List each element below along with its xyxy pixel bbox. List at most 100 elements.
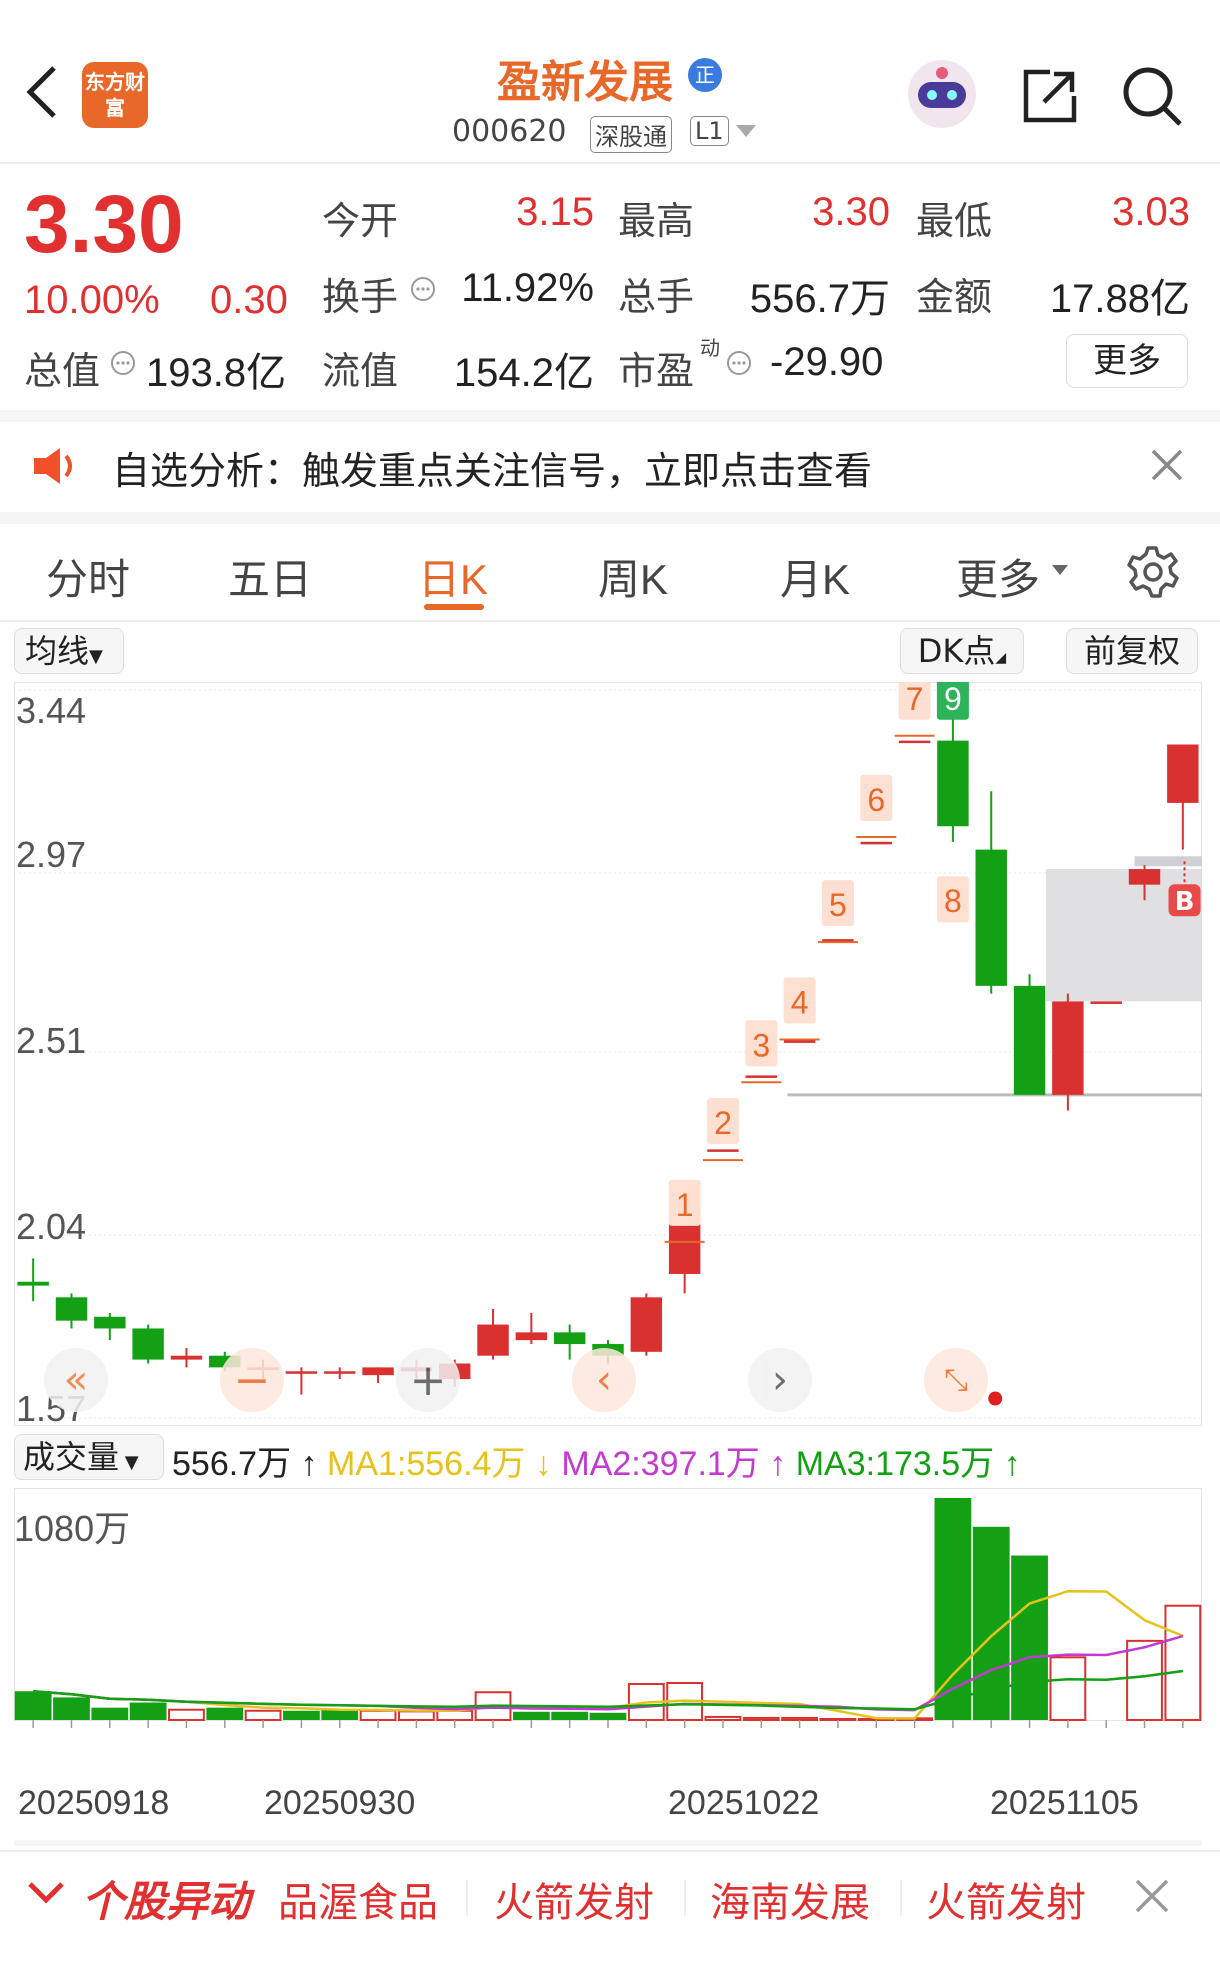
high-value: 3.30 [812, 190, 890, 234]
scroll-right-button[interactable]: › [748, 1348, 812, 1412]
kline-chart[interactable]: 1 2 34 5 6 7 9 8 B [14, 682, 1202, 1426]
candle-body [132, 1328, 164, 1360]
scroll-left-button[interactable]: « [44, 1348, 108, 1412]
volume-bar [972, 1526, 1010, 1720]
volume-bar [14, 1691, 52, 1720]
candle-body [975, 849, 1007, 986]
volume-bar [359, 1709, 397, 1721]
adjust-button[interactable]: 前复权 [1066, 628, 1198, 674]
count-label: 3 [752, 1027, 770, 1063]
tab-active-indicator [424, 604, 484, 610]
open-label: 今开 [322, 199, 399, 243]
notice-text[interactable]: 自选分析：触发重点关注信号，立即点击查看 [112, 440, 872, 495]
chevron-left-icon [26, 66, 56, 118]
candle-body [170, 1355, 203, 1360]
volume-label: 总手 [618, 275, 695, 319]
volume-legend: 556.7万 ↑ MA1:556.4万 ↓ MA2:397.1万 ↑ MA3:1… [172, 1436, 1021, 1485]
tab-weekly-k[interactable]: 周K [598, 546, 668, 607]
divider [466, 1880, 468, 1916]
count-label: 4 [791, 984, 809, 1020]
volume-bar [781, 1716, 819, 1721]
tag-hk-connect: 深股通 [590, 116, 672, 153]
divider [0, 1850, 1220, 1852]
zoom-in-button[interactable]: + [396, 1348, 460, 1412]
candle-body [668, 1223, 701, 1274]
scroll-left-one-button[interactable]: ‹ [572, 1348, 636, 1412]
volume-total: 556.7万 [172, 1445, 292, 1483]
divider [0, 512, 1220, 524]
share-icon[interactable] [1020, 66, 1080, 126]
volume-bar [91, 1707, 129, 1720]
buy-signal-label: B [1175, 887, 1195, 917]
close-icon[interactable] [1134, 1878, 1170, 1918]
zoom-out-button[interactable]: − [220, 1348, 284, 1412]
low-value: 3.03 [1112, 190, 1190, 234]
candle-body [1013, 985, 1046, 1095]
volume-bar [1049, 1656, 1087, 1721]
more-button[interactable]: 更多 [1066, 334, 1188, 388]
arrow-up-icon: ↑ [291, 1445, 327, 1483]
info-icon[interactable] [110, 350, 136, 380]
float-cap-label: 流值 [322, 349, 399, 393]
divider [0, 162, 1220, 164]
volume-value: 556.7万 [749, 277, 890, 321]
bottom-item[interactable]: 火箭发射 [926, 1870, 1086, 1928]
volume-bar [589, 1712, 627, 1720]
change-percent: 10.00% [24, 278, 160, 322]
gear-icon[interactable] [1122, 542, 1182, 606]
divider [684, 1880, 686, 1916]
caret-down-icon: ▼ [119, 1452, 139, 1473]
close-icon[interactable] [1150, 448, 1184, 486]
arrow-up-icon: ↑ [994, 1445, 1021, 1483]
volume-bar [129, 1702, 167, 1720]
ai-robot-icon[interactable] [906, 58, 978, 130]
x-tick-label: 20250918 [18, 1784, 170, 1822]
fullscreen-button[interactable]: ⤡ [924, 1348, 988, 1412]
candle-body [1167, 744, 1199, 803]
ma1-line [33, 1589, 1184, 1720]
candle-body [745, 1075, 778, 1078]
tab-more[interactable]: 更多 [956, 546, 1040, 607]
volume-y-tick-label: 1080万 [14, 1508, 131, 1549]
candle-body [783, 1040, 816, 1043]
dk-button[interactable]: DK点◢ [900, 628, 1024, 674]
caret-down-icon: ▼ [89, 646, 103, 667]
candle-body [937, 740, 969, 827]
volume-chart[interactable] [14, 1488, 1202, 1760]
app-logo: 东方财富 [82, 62, 148, 128]
caret-down-icon [1052, 562, 1068, 581]
info-icon[interactable] [410, 276, 436, 306]
count-label: 7 [906, 682, 924, 717]
candle-body [860, 841, 892, 845]
chevron-right-icon: › [772, 1357, 788, 1403]
volume-ma1: MA1:556.4万 [327, 1445, 526, 1483]
back-button[interactable] [18, 62, 68, 122]
last-price: 3.30 [24, 179, 184, 270]
info-icon[interactable] [726, 350, 752, 380]
low-label: 最低 [916, 199, 993, 243]
candle-body [324, 1371, 356, 1374]
tab-daily-k[interactable]: 日K [418, 546, 488, 607]
corner-icon: ◢ [995, 650, 1007, 666]
tab-five-day[interactable]: 五日 [228, 546, 312, 607]
volume-bar [742, 1716, 780, 1721]
tab-monthly-k[interactable]: 月K [780, 546, 850, 607]
volume-bar [704, 1715, 742, 1722]
volume-bar [244, 1709, 282, 1721]
bottom-item[interactable]: 海南发展 [710, 1870, 870, 1928]
search-icon[interactable] [1120, 64, 1184, 128]
bottom-item[interactable]: 火箭发射 [494, 1870, 654, 1928]
tab-intraday[interactable]: 分时 [46, 546, 130, 607]
open-value: 3.15 [516, 190, 594, 234]
count-label: 8 [944, 883, 962, 919]
ma-select[interactable]: 均线▼ [14, 628, 124, 674]
volume-indicator-select[interactable]: 成交量 ▼ [14, 1434, 164, 1480]
candle-body [477, 1324, 509, 1356]
chevron-down-icon[interactable] [26, 1880, 66, 1910]
bottom-item[interactable]: 品渥食品 [278, 1870, 438, 1928]
count-label: 9 [944, 682, 962, 717]
chevron-down-icon[interactable] [736, 124, 756, 143]
candle-body [898, 740, 931, 744]
y-tick-label: 2.97 [16, 834, 87, 875]
divider [0, 410, 1220, 422]
